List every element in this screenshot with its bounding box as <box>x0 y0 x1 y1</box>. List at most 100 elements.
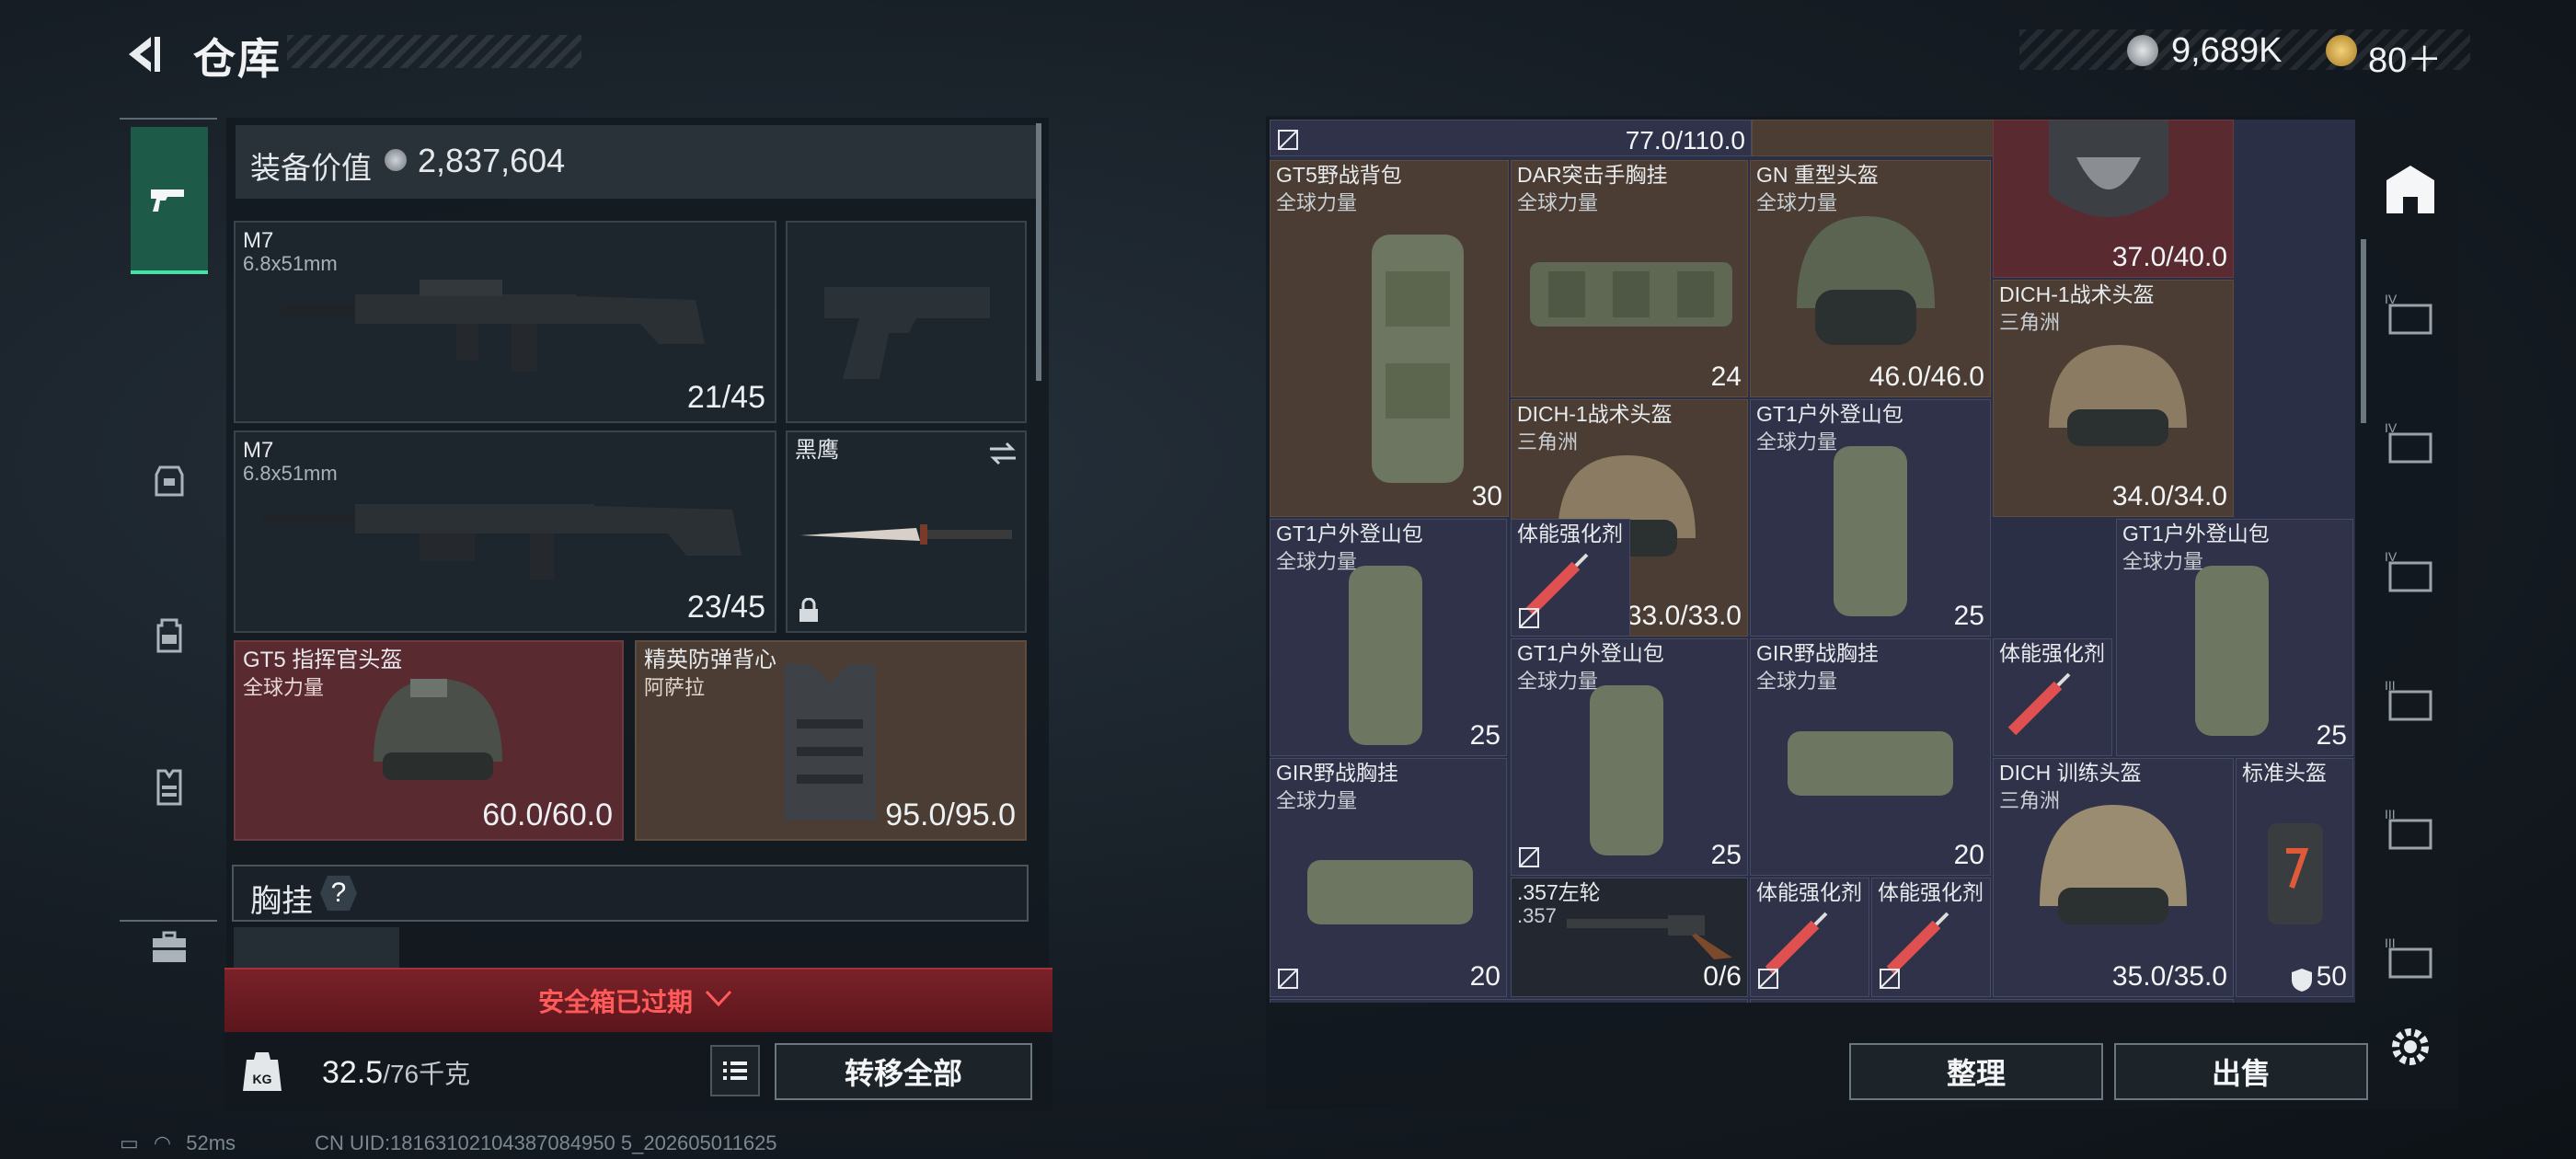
stash-item[interactable]: M7 <box>1750 999 2234 1003</box>
item-name: 体能强化剂 <box>1756 880 1862 904</box>
item-faction: 全球力量 <box>1756 670 1838 693</box>
helmet-slot[interactable]: GT5 指挥官头盔 全球力量 60.0/60.0 <box>234 640 624 841</box>
armor-class: 50 <box>2316 961 2347 992</box>
svg-text:III: III <box>2385 807 2396 821</box>
page-iv-icon[interactable]: IV <box>2381 416 2440 475</box>
stash-item[interactable]: 标准头盔 50 <box>2236 758 2353 997</box>
item-name: M7 <box>1276 1002 1305 1003</box>
sell-button[interactable]: 出售 <box>2114 1043 2368 1100</box>
stash-item[interactable]: 体能强化剂 <box>1750 878 1869 997</box>
item-name: 体能强化剂 <box>1878 880 1984 904</box>
page-iii-icon[interactable]: III <box>2381 931 2440 990</box>
backpack-icon <box>1590 685 1663 855</box>
rifle-icon <box>282 280 705 372</box>
gold-balance[interactable]: 80＋ <box>2368 31 2442 82</box>
weapon-name: M7 <box>243 228 274 253</box>
chest-rig-icon <box>1788 731 1953 796</box>
ammo-count: 23/45 <box>686 590 765 625</box>
page-iii-icon[interactable]: III <box>2381 802 2440 861</box>
bag-icon <box>155 465 184 497</box>
chest-rig-slot[interactable] <box>234 927 399 968</box>
list-view-button[interactable] <box>710 1045 760 1096</box>
stash-home-icon[interactable] <box>2381 160 2440 219</box>
primary-weapon-slot[interactable]: M7 6.8x51mm 21/45 <box>234 221 776 423</box>
secondary-weapon-slot[interactable]: M7 6.8x51mm 23/45 <box>234 430 776 633</box>
backpack-icon <box>156 618 182 653</box>
stash-item[interactable]: .357左轮 .357 0/6 <box>1511 878 1748 997</box>
item-faction: 全球力量 <box>1276 789 1358 812</box>
item-name: 标准头盔 <box>2242 761 2327 785</box>
stack-size: 20 <box>1469 961 1501 992</box>
no-insure-icon <box>1519 608 1539 628</box>
pistol-icon <box>151 189 184 212</box>
stash-item[interactable]: 体能强化剂 <box>1511 519 1630 637</box>
armor-slot[interactable]: 精英防弹背心 阿萨拉 95.0/95.0 <box>635 640 1027 841</box>
vest-icon <box>156 769 182 806</box>
stash-item[interactable]: GT1户外登山包 全球力量 25 <box>1511 638 1748 876</box>
loadout-scrollbar[interactable] <box>1036 123 1041 381</box>
stash-page-rail: IV IV IV III III III <box>2364 116 2456 1109</box>
page-iv-icon[interactable]: IV <box>2381 545 2440 603</box>
item-name: GT1户外登山包 <box>2122 522 2270 545</box>
silver-balance: 9,689K <box>2171 31 2283 70</box>
backpack-icon <box>2195 566 2269 736</box>
tab-weapons[interactable] <box>131 127 208 274</box>
battery-icon: ▭ <box>120 1131 139 1154</box>
tab-vest[interactable] <box>131 714 208 861</box>
list-icon <box>723 1061 747 1080</box>
stack-size: 25 <box>2316 720 2347 751</box>
no-insure-icon <box>1758 969 1778 989</box>
stash-item[interactable]: 体能强化剂 <box>1993 638 2112 756</box>
swap-icon[interactable] <box>986 440 1019 467</box>
weight-icon: KG <box>243 1052 282 1091</box>
item-name: GIR野战胸挂 <box>1756 641 1879 665</box>
stash-item[interactable]: GIR野战胸挂 全球力量 20 <box>1750 638 1991 876</box>
back-arrow-icon[interactable] <box>120 31 166 77</box>
equipment-value-label: 装备价值 <box>250 151 372 185</box>
page-iv-icon[interactable]: IV <box>2381 287 2440 346</box>
carry-weight: 32.5/76千克 <box>322 1054 470 1091</box>
stack-size: 20 <box>1953 840 1984 870</box>
page-iii-icon[interactable]: III <box>2381 673 2440 732</box>
item-name: GIR野战胸挂 <box>1276 761 1398 785</box>
tab-case[interactable] <box>131 874 208 1021</box>
item-name: M7 <box>1756 1002 1786 1003</box>
tab-backpack[interactable] <box>131 561 208 708</box>
gold-coin-icon <box>2326 35 2357 66</box>
stash-item[interactable]: DICH 训练头盔 三角洲 35.0/35.0 <box>1993 758 2234 997</box>
durability: 95.0/95.0 <box>885 798 1016 832</box>
silver-coin-icon <box>385 149 407 171</box>
pistol-silhouette-icon <box>824 287 990 379</box>
stash-item[interactable]: GIR野战胸挂 全球力量 20 <box>1270 758 1507 997</box>
stash-item[interactable]: GT1户外登山包 全球力量 25 <box>2116 519 2353 756</box>
tidy-button[interactable]: 整理 <box>1849 1043 2103 1100</box>
stash-grid-items: 体能强化剂 GT1户外登山包 全球力量 25 GT1户外登山包 全球力量 25 … <box>1270 120 2355 1003</box>
item-name: 体能强化剂 <box>1999 641 2105 665</box>
title-stripe <box>287 35 581 68</box>
help-icon[interactable]: ? <box>320 876 357 911</box>
status-bar: ▭ ◠ 52ms CN UID:18163102104387084950 5_2… <box>120 1131 777 1155</box>
svg-text:IV: IV <box>2385 549 2398 564</box>
item-name: GT1户外登山包 <box>1517 641 1664 665</box>
silver-coin-icon <box>2127 35 2158 66</box>
kg-label: KG <box>253 1072 272 1086</box>
settings-gear-icon[interactable] <box>2381 1017 2440 1076</box>
tab-helmet-bag[interactable] <box>131 407 208 554</box>
item-name: .357左轮 <box>1517 880 1601 904</box>
stash-item[interactable]: M7 <box>1270 999 1748 1003</box>
ammo-count: 0/6 <box>1703 961 1742 992</box>
chest-rig-icon <box>1307 860 1473 924</box>
helmet-icon <box>2040 805 2187 924</box>
durability: 35.0/35.0 <box>2111 961 2227 992</box>
no-insure-icon <box>1278 969 1298 989</box>
transfer-all-button[interactable]: 转移全部 <box>775 1043 1032 1100</box>
durability: 60.0/60.0 <box>482 798 613 832</box>
chevron-down-icon <box>705 990 732 1007</box>
sidearm-slot[interactable] <box>786 221 1027 423</box>
weapon-name: M7 <box>243 438 274 463</box>
svg-text:III: III <box>2385 935 2396 950</box>
stash-item[interactable]: 体能强化剂 <box>1871 878 1991 997</box>
item-name: 体能强化剂 <box>1517 522 1623 545</box>
melee-slot[interactable]: 黑鹰 <box>786 430 1027 633</box>
vest-icon <box>784 664 876 820</box>
